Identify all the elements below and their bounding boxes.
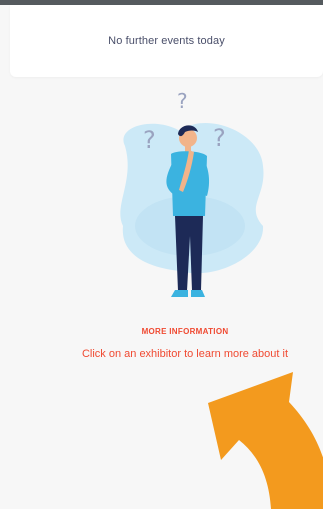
question-mark-icon: ? (177, 89, 188, 113)
no-events-message: No further events today (108, 35, 225, 47)
arrow-icon (208, 372, 323, 509)
question-mark-icon: ? (213, 124, 226, 152)
events-card: No further events today (10, 5, 323, 77)
more-information-description: Click on an exhibitor to learn more abou… (81, 348, 289, 360)
question-mark-icon: ? (143, 126, 156, 154)
confused-person-illustration: ? ? ? (120, 89, 264, 297)
more-information-title: MORE INFORMATION (141, 327, 229, 336)
